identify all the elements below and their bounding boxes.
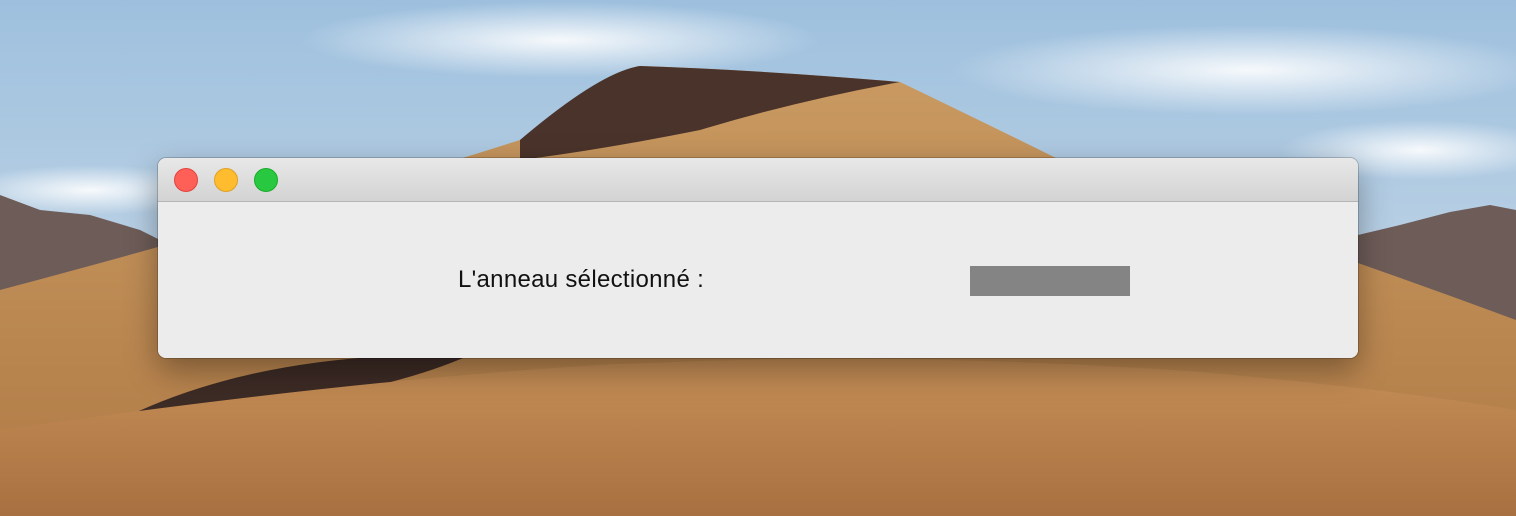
selected-ring-label: L'anneau sélectionné : bbox=[458, 266, 705, 293]
selected-ring-value-box bbox=[970, 266, 1130, 296]
window-content: L'anneau sélectionné : bbox=[158, 202, 1358, 358]
minimize-window-button[interactable] bbox=[214, 168, 238, 192]
close-window-button[interactable] bbox=[174, 168, 198, 192]
window-titlebar[interactable] bbox=[158, 158, 1358, 202]
app-window: L'anneau sélectionné : bbox=[158, 158, 1358, 358]
zoom-window-button[interactable] bbox=[254, 168, 278, 192]
